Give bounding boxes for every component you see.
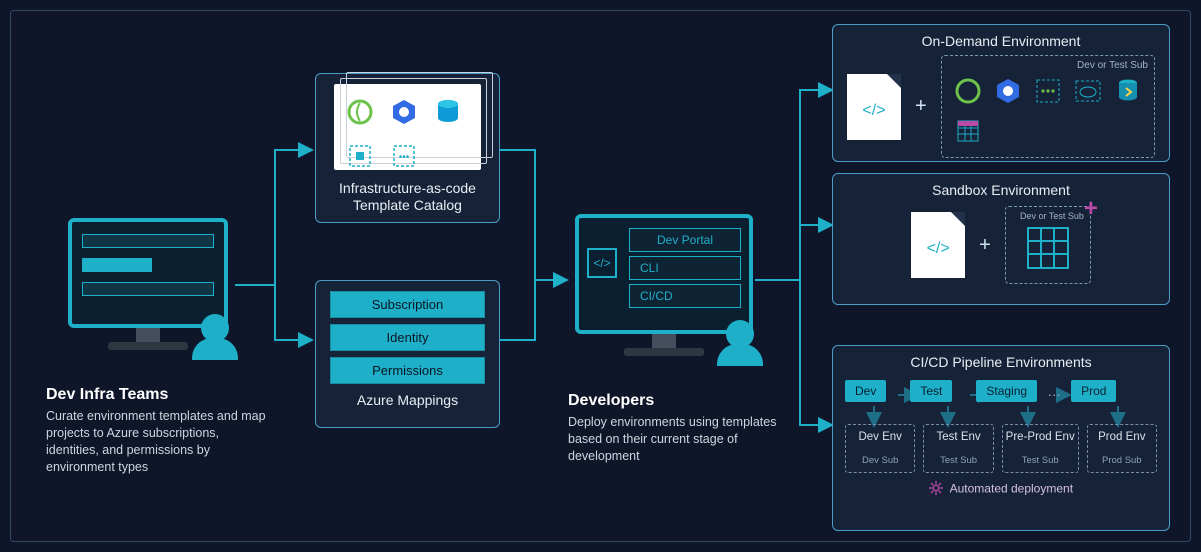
- mapping-identity: Identity: [330, 324, 485, 351]
- cli-item: CLI: [629, 256, 741, 280]
- more-icon: [1030, 73, 1066, 109]
- env-preprod: Pre-Prod Env Test Sub: [1002, 424, 1079, 473]
- developers-title: Developers: [568, 392, 788, 410]
- code-icon: •••: [386, 138, 422, 174]
- pipeline-box: CI/CD Pipeline Environments Dev Test Sta…: [832, 345, 1170, 531]
- user-icon: [717, 320, 763, 366]
- file-icon: </>: [847, 74, 901, 140]
- dev-infra-label: Dev Infra Teams Curate environment templ…: [46, 386, 266, 476]
- cicd-item: CI/CD: [629, 284, 741, 308]
- database-icon: [1110, 73, 1146, 109]
- grid-icon: [950, 113, 986, 149]
- env-prod: Prod Env Prod Sub: [1087, 424, 1157, 473]
- pipeline-title: CI/CD Pipeline Environments: [845, 354, 1157, 370]
- stage-prod: Prod: [1071, 380, 1116, 402]
- automated-label: Automated deployment: [950, 482, 1073, 496]
- ellipsis: …: [1047, 383, 1061, 399]
- ondemand-env-box: On-Demand Environment </> + Dev or Test …: [832, 24, 1170, 162]
- file-icon: </>: [911, 212, 965, 278]
- sandbox-title: Sandbox Environment: [847, 182, 1155, 198]
- iac-label: Infrastructure-as-code Template Catalog: [328, 180, 487, 214]
- developers-desc: Deploy environments using templates base…: [568, 414, 788, 465]
- plus-icon: +: [979, 234, 991, 257]
- spring-icon: [342, 94, 378, 130]
- functions-icon: [342, 138, 378, 174]
- dev-infra-monitor: [68, 218, 228, 350]
- stage-test: Test: [910, 380, 952, 402]
- grid-icon: [1023, 223, 1073, 273]
- developers-label: Developers Deploy environments using tem…: [568, 392, 788, 465]
- database-icon: [430, 94, 466, 130]
- svg-text:•••: •••: [399, 152, 410, 163]
- sandbox-env-box: Sandbox Environment </> + + Dev or Test …: [832, 173, 1170, 305]
- kubernetes-icon: [386, 94, 422, 130]
- azure-mappings-box: Subscription Identity Permissions Azure …: [315, 280, 500, 428]
- code-glyph: </>: [587, 248, 617, 278]
- stage-staging: Staging: [976, 380, 1037, 402]
- plus-icon: +: [915, 95, 927, 118]
- iac-catalog-box: ••• Infrastructure-as-code Template Cata…: [315, 73, 500, 223]
- mapping-permissions: Permissions: [330, 357, 485, 384]
- spring-icon: [950, 73, 986, 109]
- dev-infra-desc: Curate environment templates and map pro…: [46, 408, 266, 476]
- user-icon: [192, 314, 238, 360]
- mapping-subscription: Subscription: [330, 291, 485, 318]
- ondemand-title: On-Demand Environment: [847, 33, 1155, 49]
- stage-dev: Dev: [845, 380, 886, 402]
- env-dev: Dev Env Dev Sub: [845, 424, 915, 473]
- ondemand-sublabel: Dev or Test Sub: [948, 60, 1148, 71]
- sandbox-sublabel: Dev or Test Sub: [1012, 211, 1084, 221]
- dev-portal-item: Dev Portal: [629, 228, 741, 252]
- dev-infra-title: Dev Infra Teams: [46, 386, 266, 404]
- gear-icon: [929, 481, 943, 498]
- kubernetes-icon: [990, 73, 1026, 109]
- cloud-icon: [1070, 73, 1106, 109]
- env-test: Test Env Test Sub: [923, 424, 993, 473]
- add-icon: +: [1084, 195, 1098, 223]
- mappings-title: Azure Mappings: [330, 392, 485, 408]
- developers-monitor: </> Dev Portal CLI CI/CD: [575, 214, 753, 356]
